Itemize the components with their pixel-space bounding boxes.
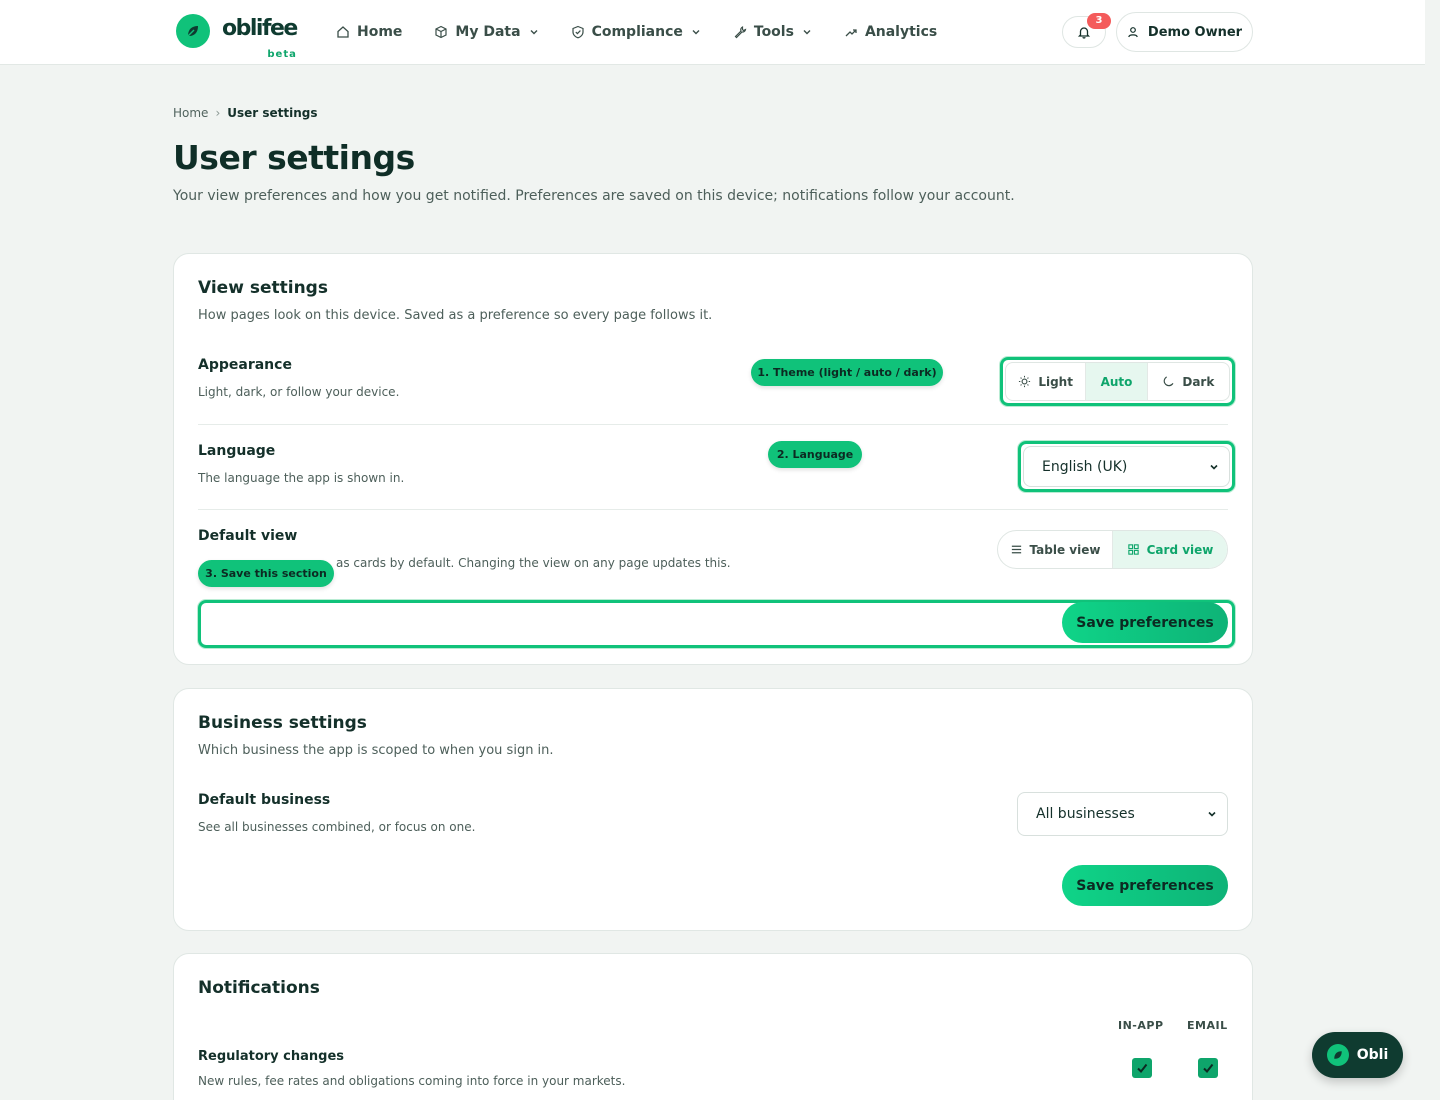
default-business-label: Default business [198,792,331,808]
chevron-down-icon [530,30,538,35]
nav-home[interactable]: Home [336,20,402,44]
regulatory-changes-description: New rules, fee rates and obligations com… [198,1074,626,1088]
grid-icon [1127,544,1139,555]
user-icon [1128,27,1138,38]
nav-compliance[interactable]: Compliance [571,20,701,44]
nav-my-data[interactable]: My Data [434,20,538,44]
user-menu-button[interactable]: Demo Owner [1116,12,1253,52]
theme-auto-label: Auto [1100,374,1133,389]
business-settings-title: Business settings [198,713,367,733]
moon-icon [1164,376,1174,387]
nav-my-data-label: My Data [455,24,521,40]
default-business-select[interactable]: All businesses [1017,792,1228,836]
row-divider [198,509,1228,510]
breadcrumb: Home › User settings [173,106,318,120]
business-settings-card: Business settings Which business the app… [173,688,1253,931]
theme-dark-button[interactable]: Dark [1148,363,1229,400]
top-navigation-bar: oblifee beta Home My Data Compliance Too… [0,0,1425,65]
brand-name: oblifee beta [222,14,298,60]
regulatory-in-app-checkbox[interactable] [1132,1058,1152,1078]
regulatory-email-checkbox[interactable] [1198,1058,1218,1078]
language-label: Language [198,443,276,459]
language-value: English (UK) [1042,458,1128,475]
breadcrumb-separator-icon: › [215,106,221,120]
nav-compliance-label: Compliance [591,24,683,40]
in-app-column-header: IN-APP [1118,1019,1164,1032]
breadcrumb-current: User settings [227,106,318,120]
trend-up-icon [845,29,857,37]
leaf-icon [176,14,210,48]
card-view-label: Card view [1146,542,1214,557]
sun-icon [1019,375,1031,388]
language-callout: 2. Language [768,441,862,468]
notifications-title: Notifications [198,978,320,998]
obli-assistant-button[interactable]: Obli [1312,1032,1403,1078]
oblifee-logo[interactable]: oblifee beta [176,14,298,60]
main-nav: Home My Data Compliance Tools Analytics [336,20,969,44]
chevron-down-icon [1208,811,1216,817]
checkmark-icon [1203,1063,1214,1074]
breadcrumb-home[interactable]: Home [173,106,208,120]
save-view-preferences-button[interactable]: Save preferences [1062,602,1228,643]
wrench-icon [734,26,747,39]
view-settings-title: View settings [198,278,328,298]
regulatory-changes-label: Regulatory changes [198,1049,345,1064]
theme-light-button[interactable]: Light [1006,363,1087,400]
nav-home-label: Home [357,24,403,40]
obli-label: Obli [1356,1047,1389,1063]
notifications-card: Notifications IN-APP EMAIL Regulatory ch… [173,953,1253,1100]
leaf-icon [1326,1044,1349,1066]
default-view-toggle: Table view Card view [997,530,1228,569]
notifications-button[interactable]: 3 [1062,13,1111,48]
nav-analytics-label: Analytics [864,24,938,40]
page-subtitle: Your view preferences and how you get no… [173,188,1015,204]
notification-count-badge: 3 [1087,13,1111,29]
chevron-down-icon [1210,464,1218,470]
table-view-button[interactable]: Table view [998,531,1113,568]
page-title: User settings [173,138,415,177]
view-settings-card: View settings How pages look on this dev… [173,253,1253,665]
default-view-label: Default view [198,528,298,544]
checkmark-icon [1137,1063,1148,1074]
email-column-header: EMAIL [1187,1019,1228,1032]
table-view-label: Table view [1029,542,1101,557]
business-settings-subtitle: Which business the app is scoped to when… [198,743,554,758]
theme-auto-button[interactable]: Auto [1086,363,1148,400]
theme-light-label: Light [1038,374,1073,389]
appearance-label: Appearance [198,357,292,373]
card-view-button[interactable]: Card view [1113,531,1227,568]
row-divider [198,424,1228,425]
cube-icon [435,25,448,39]
appearance-description: Light, dark, or follow your device. [198,385,400,399]
language-description: The language the app is shown in. [198,471,405,485]
save-section-callout: 3. Save this section [198,560,334,587]
save-business-preferences-button[interactable]: Save preferences [1062,865,1228,906]
list-icon [1011,545,1021,554]
chevron-down-icon [803,30,811,35]
default-business-description: See all businesses combined, or focus on… [198,820,476,834]
default-view-description: as cards by default. Changing the view o… [336,556,731,570]
theme-toggle: Light Auto Dark [1005,362,1230,401]
home-icon [337,26,349,38]
view-settings-subtitle: How pages look on this device. Saved as … [198,308,713,323]
default-business-value: All businesses [1036,806,1135,822]
chevron-down-icon [692,30,700,35]
nav-tools-label: Tools [753,24,794,40]
nav-analytics[interactable]: Analytics [844,20,937,44]
nav-tools[interactable]: Tools [733,20,812,44]
shield-icon [571,25,584,39]
theme-dark-label: Dark [1182,374,1215,389]
beta-tag: beta [267,49,297,60]
theme-callout: 1. Theme (light / auto / dark) [751,359,943,386]
language-select[interactable]: English (UK) [1023,446,1230,487]
user-name: Demo Owner [1147,24,1243,40]
